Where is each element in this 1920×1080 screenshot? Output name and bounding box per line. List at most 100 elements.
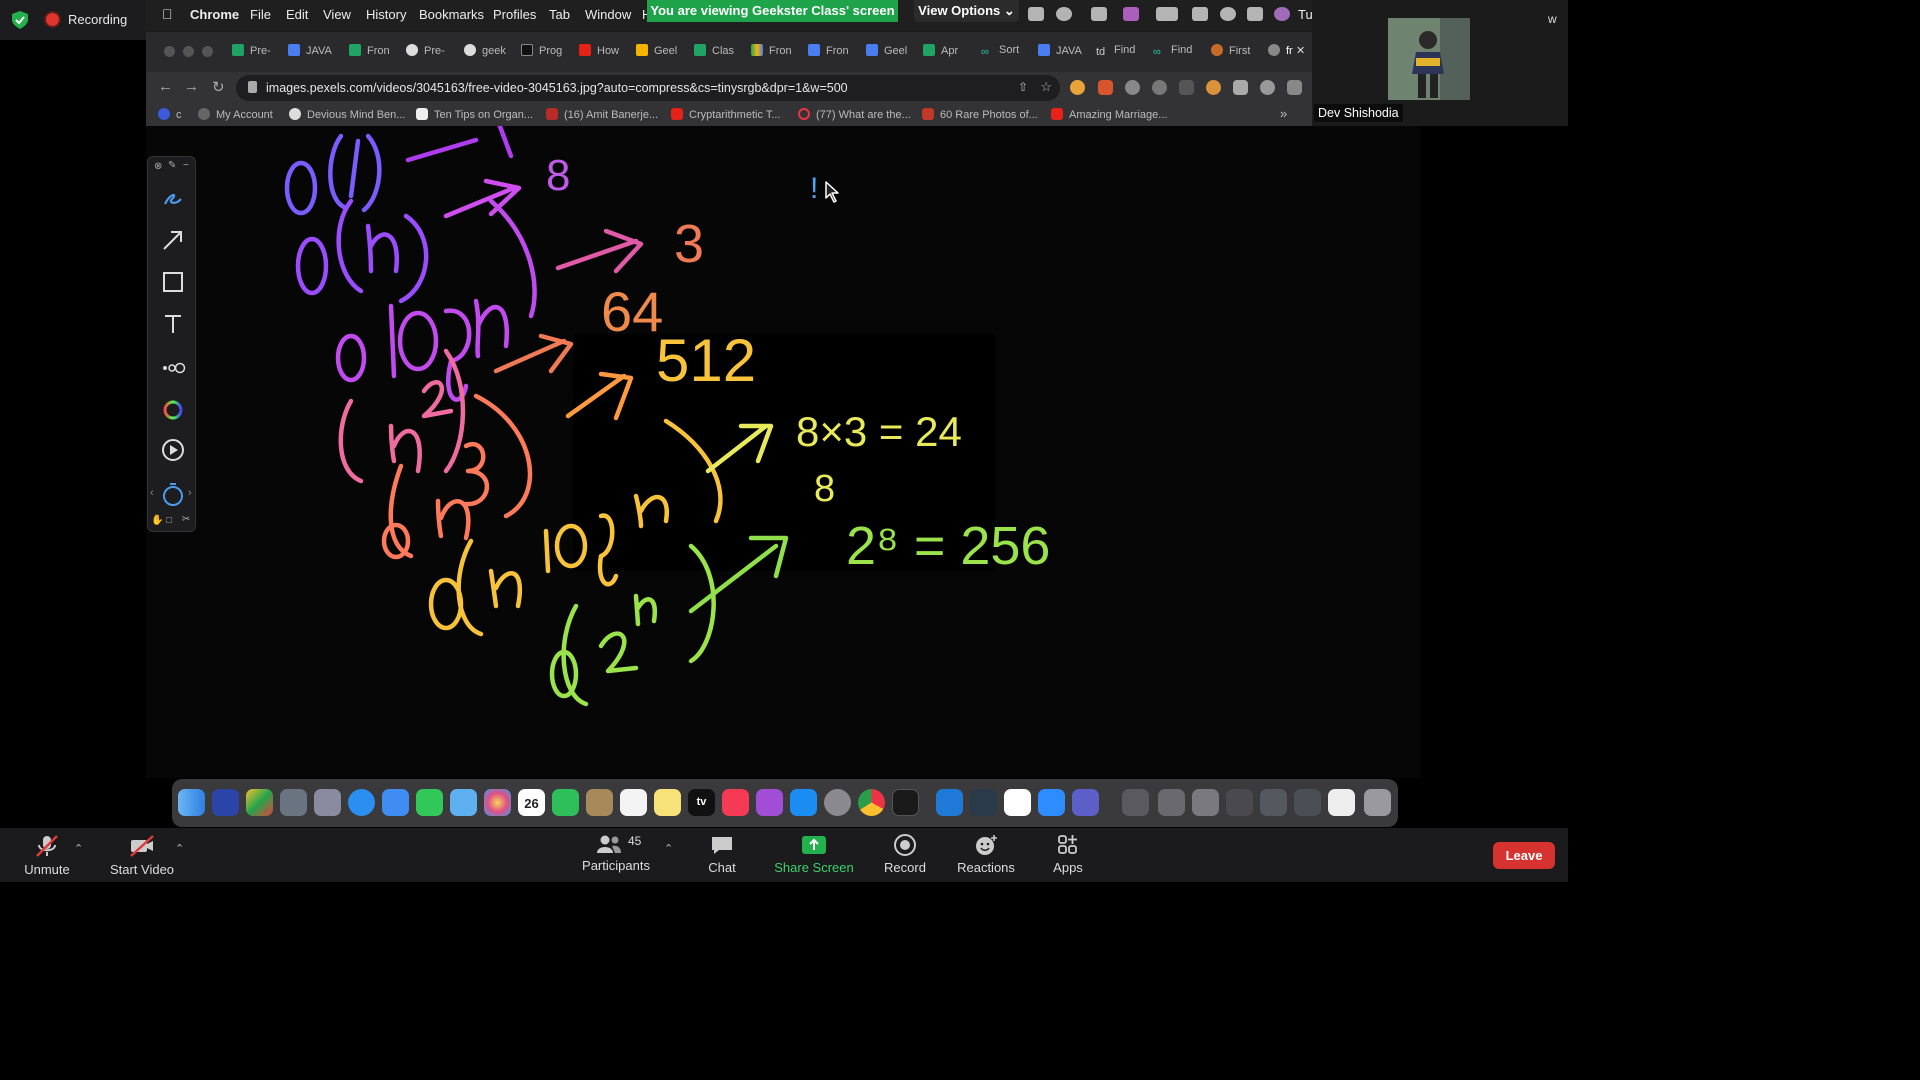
- tab-geek-1[interactable]: Geel: [636, 44, 677, 62]
- bookmark-star-icon[interactable]: ☆: [1040, 79, 1052, 95]
- pin-toolbar-icon[interactable]: ✎: [168, 160, 176, 171]
- text-tool-icon[interactable]: [160, 311, 186, 337]
- recent-window-7-icon[interactable]: [1328, 789, 1355, 816]
- slack-icon[interactable]: [1004, 789, 1031, 816]
- record-button[interactable]: Record: [882, 834, 928, 875]
- select-tool-icon[interactable]: □: [166, 515, 172, 526]
- battery-icon[interactable]: [1156, 7, 1178, 21]
- chrome-icon[interactable]: [858, 789, 885, 816]
- tab-github-2[interactable]: geek: [464, 44, 506, 62]
- bookmark-amazing-marriage[interactable]: Amazing Marriage...: [1051, 108, 1167, 121]
- unmute-button[interactable]: Unmute: [20, 834, 74, 877]
- extension-3-icon[interactable]: [1125, 80, 1140, 95]
- bookmark-devious-mind[interactable]: Devious Mind Ben...: [289, 108, 405, 121]
- scissors-icon[interactable]: ✂: [182, 514, 190, 525]
- extension-9-icon[interactable]: [1287, 80, 1302, 95]
- close-window-icon[interactable]: [164, 46, 175, 57]
- zoom-window-icon[interactable]: [202, 46, 213, 57]
- tab-docs-1[interactable]: JAVA: [288, 44, 332, 62]
- tab-sort[interactable]: ∞ Sort: [981, 44, 1019, 62]
- menu-tab[interactable]: Tab: [549, 7, 570, 22]
- pen-tool-icon[interactable]: [160, 185, 186, 211]
- menu-file[interactable]: File: [250, 7, 271, 22]
- recent-window-5-icon[interactable]: [1260, 789, 1287, 816]
- menu-bookmarks[interactable]: Bookmarks: [419, 7, 484, 22]
- menu-app-name[interactable]: Chrome: [190, 7, 239, 22]
- vscode-icon[interactable]: [936, 789, 963, 816]
- bookmark-ten-tips[interactable]: Ten Tips on Organ...: [416, 108, 533, 121]
- siri-icon[interactable]: [1274, 7, 1290, 21]
- share-icon[interactable]: ⇧: [1018, 80, 1028, 94]
- extension-8-icon[interactable]: [1260, 80, 1275, 95]
- tab-find-2[interactable]: ∞ Find: [1153, 44, 1192, 62]
- facetime-icon[interactable]: [552, 789, 579, 816]
- control-center-icon[interactable]: [1247, 7, 1263, 21]
- tab-class[interactable]: Clas: [694, 44, 734, 62]
- bookmark-amit[interactable]: (16) Amit Banerje...: [546, 108, 658, 121]
- apps-button[interactable]: Apps: [1046, 834, 1090, 875]
- extension-4-icon[interactable]: [1152, 80, 1167, 95]
- zoom-icon[interactable]: [1038, 789, 1065, 816]
- creative-cloud-icon[interactable]: [1056, 7, 1072, 21]
- safari-icon[interactable]: [348, 789, 375, 816]
- tab-youtube[interactable]: How: [579, 44, 619, 62]
- tab-sheets-1[interactable]: Pre-: [232, 44, 271, 62]
- trash-icon[interactable]: [1364, 789, 1391, 816]
- imovie-icon[interactable]: [212, 789, 239, 816]
- maps-icon[interactable]: [450, 789, 477, 816]
- apple-tv-icon[interactable]: tv: [688, 789, 715, 816]
- arrow-tool-icon[interactable]: [160, 227, 186, 253]
- tab-prog[interactable]: Prog: [521, 44, 562, 62]
- play-icon[interactable]: [160, 437, 186, 463]
- photos-icon[interactable]: [484, 789, 511, 816]
- finder-icon[interactable]: [178, 789, 205, 816]
- view-options-button[interactable]: View Options ⌄: [914, 0, 1019, 22]
- audio-options-chevron-icon[interactable]: ⌃: [74, 842, 83, 855]
- system-preferences-icon[interactable]: [824, 789, 851, 816]
- recent-window-6-icon[interactable]: [1294, 789, 1321, 816]
- tab-sheets-2[interactable]: Fron: [349, 44, 390, 62]
- shield-icon[interactable]: [12, 11, 28, 29]
- collapse-toolbar-icon[interactable]: −: [183, 160, 189, 171]
- teams-icon[interactable]: [1072, 789, 1099, 816]
- bookmark-my-account[interactable]: My Account: [198, 108, 273, 121]
- pen-icon[interactable]: [1028, 7, 1044, 21]
- sublime-icon[interactable]: [970, 789, 997, 816]
- terminal-icon[interactable]: [892, 789, 919, 816]
- podcasts-icon[interactable]: [756, 789, 783, 816]
- recent-window-1-icon[interactable]: [1122, 789, 1149, 816]
- menu-edit[interactable]: Edit: [286, 7, 308, 22]
- bookmark-cryptarithmetic[interactable]: Cryptarithmetic T...: [671, 108, 781, 121]
- start-video-button[interactable]: Start Video: [108, 834, 176, 877]
- video-options-chevron-icon[interactable]: ⌃: [175, 842, 184, 855]
- bookmark-facebook[interactable]: c: [158, 108, 182, 121]
- timer-icon[interactable]: [160, 481, 186, 507]
- line-width-icon[interactable]: [160, 355, 186, 381]
- whiteboard-canvas[interactable]: 8 3 64 512 8×3 = 24 2⁸ = 256 8 !: [146, 126, 1421, 778]
- messages-icon[interactable]: [416, 789, 443, 816]
- extension-5-icon[interactable]: [1179, 80, 1194, 95]
- tab-docs-4[interactable]: JAVA: [1038, 44, 1082, 62]
- participants-button[interactable]: 45 Participants: [580, 834, 652, 873]
- wifi-icon[interactable]: [1192, 7, 1208, 21]
- close-tab-icon[interactable]: ✕: [1296, 44, 1305, 62]
- recent-window-4-icon[interactable]: [1226, 789, 1253, 816]
- tab-sheets-3[interactable]: Apr: [923, 44, 958, 62]
- tab-active[interactable]: fr: [1268, 44, 1293, 62]
- recent-window-2-icon[interactable]: [1158, 789, 1185, 816]
- calendar-icon[interactable]: 26: [518, 789, 545, 816]
- recent-window-3-icon[interactable]: [1192, 789, 1219, 816]
- color-picker-icon[interactable]: [160, 397, 186, 423]
- tab-docs-2[interactable]: Fron: [808, 44, 849, 62]
- menu-history[interactable]: History: [366, 7, 406, 22]
- menu-view[interactable]: View: [323, 7, 351, 22]
- extension-1-icon[interactable]: [1070, 80, 1085, 95]
- tab-github-1[interactable]: Pre-: [406, 44, 445, 62]
- extension-7-icon[interactable]: [1233, 80, 1248, 95]
- search-icon[interactable]: [1220, 7, 1236, 21]
- bookmark-what-are[interactable]: (77) What are the...: [798, 108, 911, 121]
- preview-icon[interactable]: [280, 789, 307, 816]
- reload-icon[interactable]: ↻: [212, 78, 225, 96]
- back-icon[interactable]: ←: [158, 78, 173, 95]
- menu-window[interactable]: Window: [585, 7, 631, 22]
